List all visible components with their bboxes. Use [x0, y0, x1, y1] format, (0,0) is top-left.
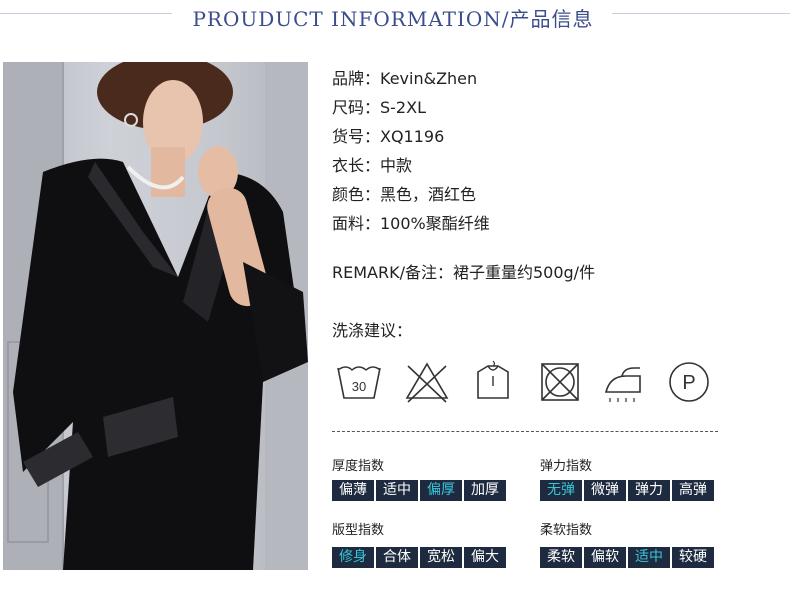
fit-option-selected: 修身 [332, 547, 374, 568]
elasticity-scale: 无弹 微弹 弹力 高弹 [540, 480, 714, 501]
info-color: 颜色：黑色，酒红色 [332, 185, 477, 204]
info-item-number: 货号：XQ1196 [332, 127, 445, 146]
dry-clean-p-icon: P [664, 358, 714, 406]
wash-30-icon: 30 [334, 358, 384, 406]
info-length: 衣长：中款 [332, 156, 413, 175]
info-fabric: 面料：100%聚酯纤维 [332, 214, 490, 233]
product-photo [3, 62, 308, 570]
softness-option: 较硬 [672, 547, 714, 568]
header-line-right [612, 13, 790, 14]
iron-icon [600, 358, 650, 406]
dry-clean-label: P [682, 372, 695, 394]
elasticity-option: 微弹 [584, 480, 626, 501]
thickness-option: 加厚 [464, 480, 506, 501]
fit-option: 宽松 [420, 547, 462, 568]
elasticity-option: 弹力 [628, 480, 670, 501]
no-tumble-dry-icon [535, 358, 585, 406]
info-size: 尺码：S-2XL [332, 98, 426, 117]
thickness-option: 偏薄 [332, 480, 374, 501]
wash-30-label: 30 [352, 379, 366, 394]
elasticity-option: 高弹 [672, 480, 714, 501]
section-title: PROUDUCT INFORMATION/产品信息 [192, 7, 594, 31]
fit-label: 版型指数 [332, 523, 385, 538]
wash-icons: 30 P [334, 358, 714, 408]
hang-dry-icon [468, 358, 518, 406]
fit-scale: 修身 合体 宽松 偏大 [332, 547, 506, 568]
info-brand: 品牌：Kevin&Zhen [332, 69, 478, 88]
remark-text: REMARK/备注：裙子重量约500g/件 [332, 263, 596, 282]
thickness-scale: 偏薄 适中 偏厚 加厚 [332, 480, 506, 501]
divider [332, 431, 718, 432]
fit-option: 合体 [376, 547, 418, 568]
softness-label: 柔软指数 [540, 523, 593, 538]
softness-option: 偏软 [584, 547, 626, 568]
no-bleach-icon [402, 358, 452, 406]
wash-title: 洗涤建议： [332, 321, 413, 340]
softness-option-selected: 适中 [628, 547, 670, 568]
elasticity-label: 弹力指数 [540, 459, 593, 474]
header-line-left [0, 13, 172, 14]
thickness-label: 厚度指数 [332, 459, 385, 474]
elasticity-option-selected: 无弹 [540, 480, 582, 501]
softness-scale: 柔软 偏软 适中 较硬 [540, 547, 714, 568]
thickness-option-selected: 偏厚 [420, 480, 462, 501]
product-info-list: 品牌：Kevin&Zhen 尺码：S-2XL 货号：XQ1196 衣长：中款 颜… [332, 64, 490, 238]
softness-option: 柔软 [540, 547, 582, 568]
thickness-option: 适中 [376, 480, 418, 501]
fit-option: 偏大 [464, 547, 506, 568]
